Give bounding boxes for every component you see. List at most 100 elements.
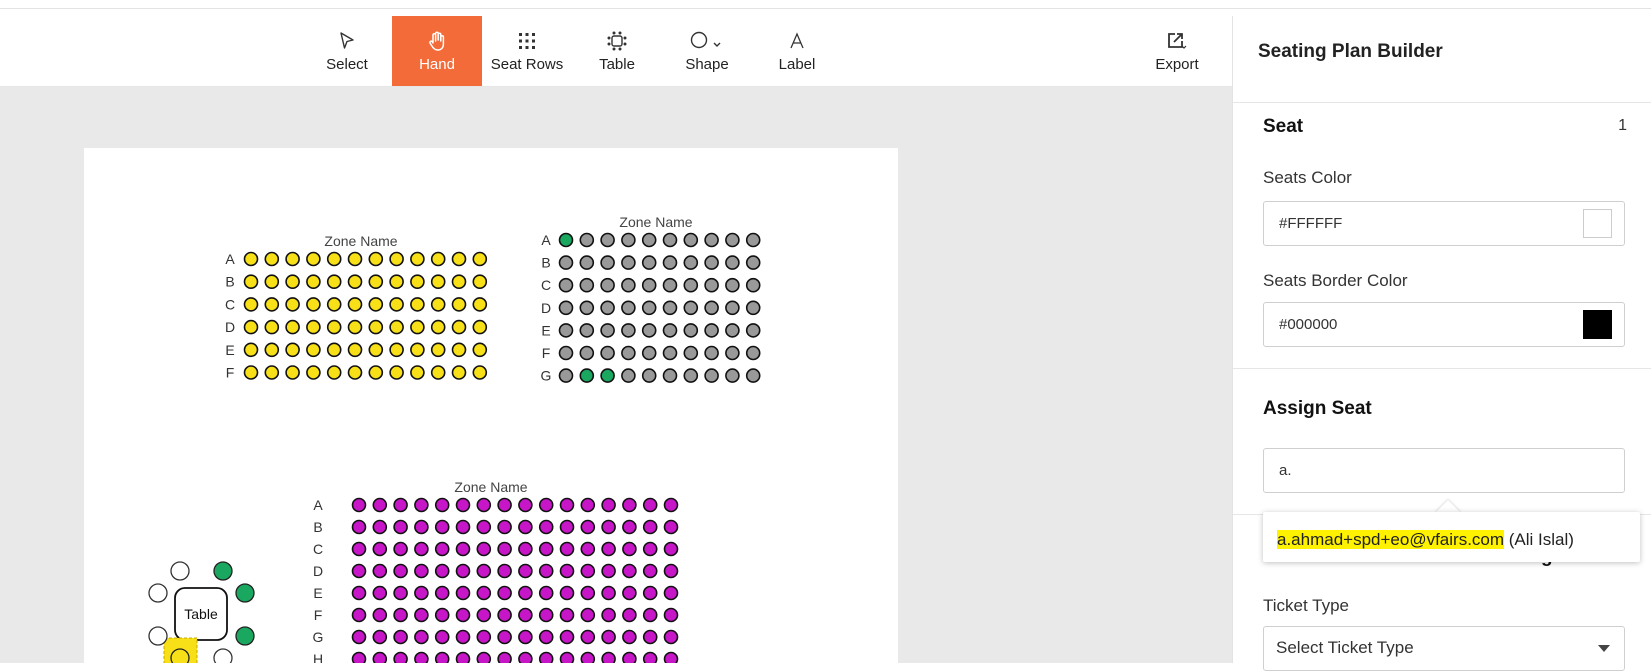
seat[interactable] [622, 497, 637, 513]
seat[interactable] [476, 629, 492, 645]
seat[interactable] [558, 232, 574, 248]
seat[interactable] [745, 255, 761, 270]
seat[interactable] [476, 497, 492, 513]
seat[interactable] [472, 319, 488, 335]
seat[interactable] [601, 541, 616, 557]
seat[interactable] [641, 368, 657, 383]
suggestion-item[interactable]: a.ahmad+spd+eo@vfairs.com (Ali Islal) [1277, 530, 1574, 550]
seat[interactable] [725, 255, 740, 270]
seat[interactable] [430, 251, 446, 267]
seat[interactable] [368, 251, 384, 267]
seat[interactable] [642, 629, 658, 645]
seat[interactable] [476, 563, 492, 579]
seat[interactable] [326, 342, 342, 358]
seats-color-swatch[interactable] [1583, 209, 1612, 238]
seat[interactable] [725, 232, 740, 248]
seat[interactable] [580, 607, 596, 623]
seat[interactable] [243, 319, 259, 335]
seat[interactable] [476, 651, 492, 664]
seat[interactable] [414, 651, 429, 664]
seat[interactable] [285, 297, 300, 312]
table-seat[interactable] [213, 561, 233, 581]
seat[interactable] [579, 368, 595, 383]
export-button[interactable]: Export [1132, 16, 1222, 86]
seat[interactable] [622, 585, 637, 601]
seat[interactable] [641, 232, 657, 248]
seat[interactable] [389, 319, 404, 335]
seat[interactable] [745, 345, 761, 361]
seat[interactable] [622, 651, 637, 664]
seat[interactable] [663, 497, 679, 513]
seat[interactable] [472, 297, 488, 312]
seat[interactable] [430, 342, 446, 358]
seat[interactable] [601, 585, 616, 601]
seat[interactable] [704, 368, 719, 383]
seat[interactable] [580, 563, 596, 579]
seat[interactable] [351, 497, 367, 513]
seat[interactable] [518, 651, 533, 664]
table-seat[interactable] [170, 561, 190, 581]
seat[interactable] [285, 319, 300, 335]
ticket-type-select[interactable]: Select Ticket Type [1263, 626, 1625, 671]
seat[interactable] [662, 277, 678, 293]
seat[interactable] [243, 297, 259, 312]
seat[interactable] [641, 345, 657, 361]
seat[interactable] [393, 607, 408, 623]
seat[interactable] [642, 497, 658, 513]
seat[interactable] [558, 323, 574, 338]
select-tool-button[interactable]: Select [302, 16, 392, 86]
seating-sheet[interactable]: Zone Name A B C D E F Zone Name A B C D E F G Zone Name… [84, 148, 898, 663]
seat[interactable] [580, 519, 596, 535]
seat[interactable] [393, 497, 408, 513]
seat[interactable] [326, 251, 342, 267]
seat[interactable] [559, 651, 575, 664]
seat[interactable] [497, 497, 512, 513]
seat[interactable] [662, 255, 678, 270]
seat[interactable] [306, 319, 321, 335]
seat[interactable] [347, 342, 363, 358]
seat[interactable] [410, 342, 425, 358]
seat[interactable] [683, 277, 699, 293]
seat[interactable] [538, 519, 554, 535]
seat[interactable] [372, 651, 388, 664]
seat[interactable] [414, 497, 429, 513]
seat[interactable] [745, 368, 761, 383]
seat[interactable] [451, 319, 467, 335]
seat[interactable] [285, 342, 300, 358]
seat[interactable] [642, 541, 658, 557]
seat[interactable] [368, 274, 384, 289]
seat[interactable] [414, 585, 429, 601]
seat[interactable] [621, 368, 636, 383]
seat[interactable] [518, 497, 533, 513]
seat[interactable] [351, 585, 367, 601]
seat[interactable] [389, 251, 404, 267]
table-seat[interactable] [235, 626, 255, 646]
seat[interactable] [662, 300, 678, 316]
seat[interactable] [725, 345, 740, 361]
seat[interactable] [642, 607, 658, 623]
seat[interactable] [621, 323, 636, 338]
seat[interactable] [372, 607, 388, 623]
seat[interactable] [372, 629, 388, 645]
seat[interactable] [347, 365, 363, 380]
seat[interactable] [518, 563, 533, 579]
seat[interactable] [451, 251, 467, 267]
seat[interactable] [306, 297, 321, 312]
seat[interactable] [285, 365, 300, 380]
seat[interactable] [579, 300, 595, 316]
seat[interactable] [389, 365, 404, 380]
seat[interactable] [559, 585, 575, 601]
seat[interactable] [558, 255, 574, 270]
seat[interactable] [347, 319, 363, 335]
seat[interactable] [642, 519, 658, 535]
seat[interactable] [389, 297, 404, 312]
seats-border-color-swatch[interactable] [1583, 310, 1612, 339]
seat[interactable] [351, 651, 367, 664]
seat[interactable] [351, 519, 367, 535]
seat[interactable] [580, 497, 596, 513]
seat[interactable] [601, 519, 616, 535]
seat[interactable] [621, 345, 636, 361]
seat[interactable] [430, 319, 446, 335]
seat[interactable] [368, 365, 384, 380]
seat[interactable] [306, 251, 321, 267]
